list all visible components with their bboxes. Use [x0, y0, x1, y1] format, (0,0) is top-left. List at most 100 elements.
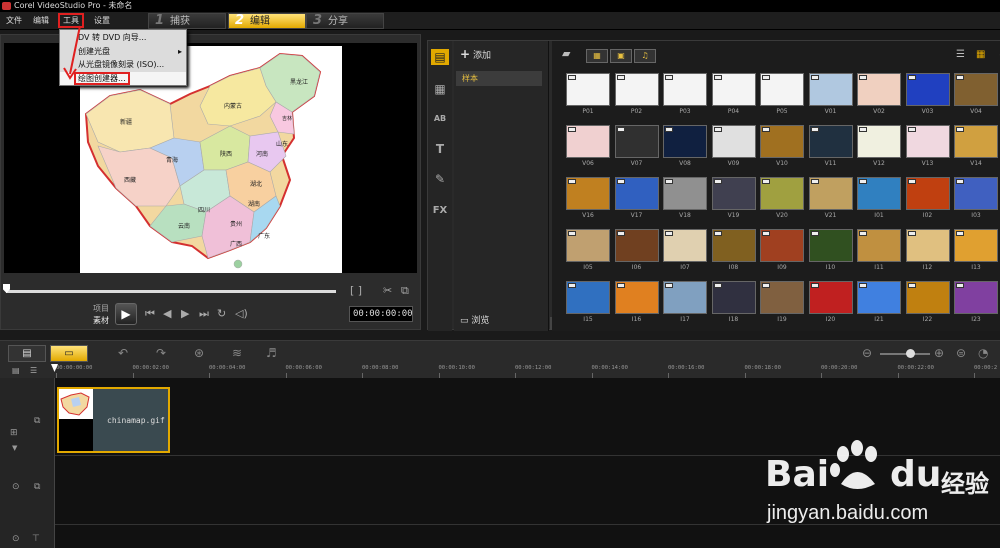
volume-icon[interactable]: ◁): [235, 308, 248, 320]
library-thumbnail[interactable]: [905, 281, 950, 314]
library-thumbnail[interactable]: [954, 177, 998, 210]
enlarge-icon[interactable]: ⧉: [401, 285, 409, 297]
library-thumbnail[interactable]: [663, 229, 707, 262]
library-thumbnail[interactable]: [954, 229, 998, 262]
library-thumbnail[interactable]: [808, 281, 853, 314]
library-thumbnail[interactable]: [566, 73, 610, 106]
library-thumbnail[interactable]: [808, 73, 853, 106]
title-lock-icon[interactable]: ⊙: [12, 534, 20, 544]
title-ab-icon[interactable]: AB: [431, 111, 449, 127]
library-thumbnail[interactable]: [760, 281, 804, 314]
record-capture-icon[interactable]: ⊛: [194, 346, 204, 360]
repeat-icon[interactable]: ↻: [217, 308, 226, 320]
video-track-icon[interactable]: ⧉: [34, 416, 40, 426]
end-icon[interactable]: ⏭: [199, 308, 209, 320]
fit-project-icon[interactable]: ⊜: [956, 346, 966, 360]
library-thumbnail[interactable]: [566, 281, 610, 314]
filter-audio-button[interactable]: ♫: [634, 49, 656, 63]
library-thumbnail[interactable]: [905, 73, 950, 106]
library-thumbnail[interactable]: [857, 229, 901, 262]
browse-button[interactable]: ▭ 浏览: [460, 313, 489, 326]
library-thumbnail[interactable]: [614, 125, 659, 158]
video-clip[interactable]: chinamap.gif: [57, 387, 170, 453]
library-thumbnail[interactable]: [905, 125, 950, 158]
library-thumbnail[interactable]: [857, 177, 901, 210]
text-icon[interactable]: T: [431, 141, 449, 157]
library-thumbnail[interactable]: [905, 177, 950, 210]
library-thumbnail[interactable]: [711, 73, 756, 106]
zoom-in-icon[interactable]: ⊕: [934, 346, 944, 360]
filter-video-button[interactable]: ▦: [586, 49, 608, 63]
library-thumbnail[interactable]: [566, 177, 610, 210]
library-thumbnail[interactable]: [711, 177, 756, 210]
cut-icon[interactable]: ✂: [383, 285, 392, 297]
track-dropdown-icon[interactable]: ▼: [12, 444, 17, 452]
grid-view-icon[interactable]: ▦: [976, 49, 985, 60]
menu-edit[interactable]: 编辑: [31, 15, 51, 27]
timeline-ruler[interactable]: ▤ ☰ 00:00:00:00 00:00:02:00 00:00:04:00 00:…: [0, 364, 1000, 378]
audio-mixer-icon[interactable]: ≋: [232, 346, 242, 360]
zoom-slider[interactable]: [880, 353, 930, 355]
zoom-slider-thumb[interactable]: [906, 349, 915, 358]
library-thumbnail[interactable]: [760, 229, 804, 262]
library-thumbnail[interactable]: [954, 73, 998, 106]
tab-edit[interactable]: 2 编辑: [228, 13, 306, 29]
library-thumbnail[interactable]: [614, 229, 659, 262]
fx-icon[interactable]: FX: [431, 203, 449, 219]
library-thumbnail[interactable]: [857, 73, 901, 106]
label-clip[interactable]: 素材: [93, 315, 109, 326]
library-thumbnail[interactable]: [857, 125, 901, 158]
library-thumbnail[interactable]: [614, 177, 659, 210]
library-thumbnail[interactable]: [566, 229, 610, 262]
storyboard-view-button[interactable]: ▭: [50, 345, 88, 362]
overlay-lock-icon[interactable]: ⊙: [12, 482, 20, 492]
library-thumbnail[interactable]: [808, 229, 853, 262]
tab-capture[interactable]: 1 捕获: [148, 13, 226, 29]
ripple-icon[interactable]: ⊞: [10, 428, 18, 438]
folder-item-sample[interactable]: 样本: [456, 71, 542, 86]
library-thumbnail[interactable]: [566, 125, 610, 158]
library-thumbnail[interactable]: [808, 177, 853, 210]
filter-photo-button[interactable]: ▣: [610, 49, 632, 63]
undo-icon[interactable]: ↶: [118, 346, 128, 360]
track-manager-icon[interactable]: ▤: [12, 366, 20, 375]
library-thumbnail[interactable]: [614, 281, 659, 314]
overlay-track-icon[interactable]: ⧉: [34, 482, 40, 492]
chapter-icon[interactable]: ☰: [30, 366, 37, 375]
play-button[interactable]: ▶: [115, 303, 137, 325]
timeline-view-button[interactable]: ▤: [8, 345, 46, 362]
prev-frame-icon[interactable]: ◀: [163, 308, 171, 320]
library-thumbnail[interactable]: [808, 125, 853, 158]
library-thumbnail[interactable]: [614, 73, 659, 106]
label-project[interactable]: 项目: [93, 303, 109, 314]
timecode-field[interactable]: 00:00:00:00: [349, 306, 413, 322]
library-thumbnail[interactable]: [663, 281, 707, 314]
clock-icon[interactable]: ◔: [978, 346, 988, 360]
redo-icon[interactable]: ↷: [156, 346, 166, 360]
library-thumbnail[interactable]: [857, 281, 901, 314]
tab-share[interactable]: 3 分享: [306, 13, 384, 29]
add-folder-button[interactable]: + 添加: [460, 47, 491, 61]
mark-brackets[interactable]: [ ]: [350, 285, 362, 297]
library-thumbnail[interactable]: [663, 125, 707, 158]
graphic-icon[interactable]: ✎: [431, 171, 449, 187]
title-track-icon[interactable]: ⊤: [32, 534, 40, 544]
transition-icon[interactable]: ▦: [431, 81, 449, 97]
start-icon[interactable]: ⏮: [145, 308, 155, 320]
library-thumbnail[interactable]: [905, 229, 950, 262]
scrub-bar[interactable]: [6, 290, 336, 293]
library-thumbnail[interactable]: [760, 73, 804, 106]
library-thumbnail[interactable]: [760, 125, 804, 158]
folder-icon[interactable]: ▰: [562, 47, 570, 60]
library-thumbnail[interactable]: [711, 281, 756, 314]
library-thumbnail[interactable]: [954, 281, 998, 314]
auto-music-icon[interactable]: ♬: [266, 346, 277, 360]
library-thumbnail[interactable]: [760, 177, 804, 210]
list-view-icon[interactable]: ☰: [956, 49, 965, 60]
next-frame-icon[interactable]: ▶: [181, 308, 189, 320]
library-thumbnail[interactable]: [711, 125, 756, 158]
zoom-out-icon[interactable]: ⊖: [862, 346, 872, 360]
library-thumbnail[interactable]: [663, 177, 707, 210]
library-thumbnail[interactable]: [663, 73, 707, 106]
library-thumbnail[interactable]: [711, 229, 756, 262]
